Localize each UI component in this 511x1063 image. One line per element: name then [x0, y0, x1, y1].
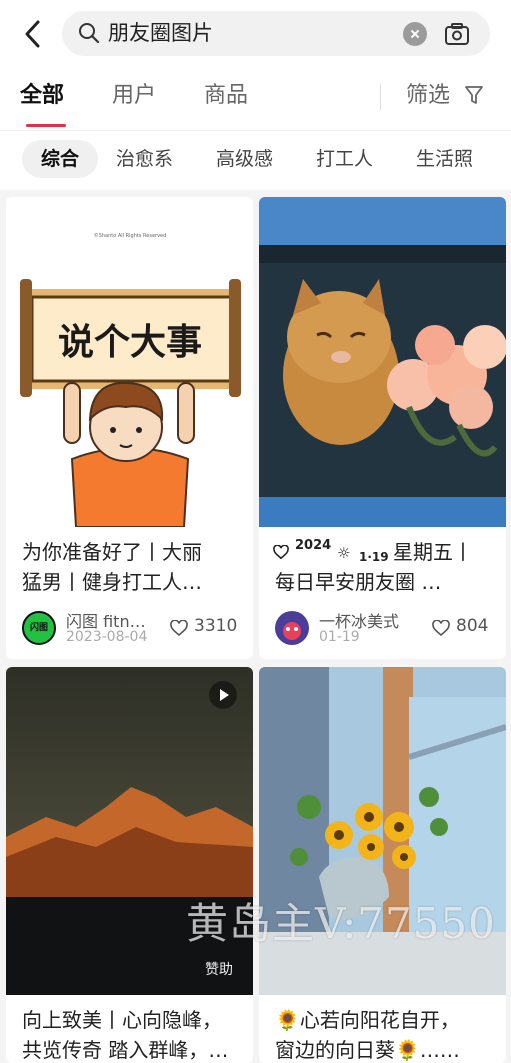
- clear-search-icon[interactable]: [403, 22, 427, 46]
- header-divider: [0, 130, 511, 131]
- author-avatar: 闪图: [22, 611, 56, 645]
- active-tab-indicator: [26, 124, 66, 127]
- note-card[interactable]: 🌻心若向阳花自开， 窗边的向日葵🌻……: [259, 667, 506, 1063]
- like-heart-icon[interactable]: [432, 620, 450, 637]
- tab-users[interactable]: 用户: [112, 80, 156, 112]
- svg-text:©Shanto All Rights Reserved: ©Shanto All Rights Reserved: [94, 232, 167, 239]
- back-arrow-icon[interactable]: [18, 18, 48, 50]
- chip-lifestyle[interactable]: 生活照: [416, 140, 473, 178]
- camera-search-icon[interactable]: [444, 21, 470, 47]
- like-heart-icon[interactable]: [170, 620, 188, 637]
- note-cover-image: ©Shanto All Rights Reserved 说个大事: [6, 197, 253, 527]
- note-title: 向上致美丨心向隐峰， 共览传奇 踏入群峰，…: [22, 1008, 229, 1062]
- note-card[interactable]: 2024 ☼ 1·19 星期五丨 每日早安朋友圈 … 一杯冰美式 01-19 8…: [259, 197, 506, 659]
- tab-all[interactable]: 全部: [20, 80, 64, 112]
- post-date: 01-19: [319, 629, 360, 645]
- post-date: 2023-08-04: [66, 629, 148, 645]
- tab-divider: [380, 84, 381, 110]
- like-count: 3310: [194, 616, 238, 636]
- note-title: 星期五丨 每日早安朋友圈 …: [275, 540, 473, 594]
- author-avatar: [275, 611, 309, 645]
- search-icon: [79, 23, 100, 44]
- filter-funnel-icon[interactable]: [464, 84, 484, 106]
- chip-premium[interactable]: 高级感: [216, 140, 273, 178]
- sponsored-badge: 赞助: [205, 962, 233, 978]
- chip-worker[interactable]: 打工人: [316, 140, 373, 178]
- search-bar[interactable]: 朋友圈图片: [62, 11, 490, 56]
- like-count: 804: [456, 616, 489, 636]
- note-card[interactable]: ©Shanto All Rights Reserved 说个大事 为你准备好了丨…: [6, 197, 253, 659]
- video-play-icon[interactable]: [209, 681, 237, 709]
- tab-products[interactable]: 商品: [204, 80, 248, 112]
- top-bar: 朋友圈图片 全部 用户 商品 筛选 综合 治愈系 高级感 打工人 生活照: [0, 0, 511, 190]
- search-input[interactable]: 朋友圈图片: [108, 20, 213, 47]
- filter-button[interactable]: 筛选: [406, 80, 450, 112]
- note-cover-image: [259, 197, 506, 527]
- note-title: 为你准备好了丨大丽 猛男丨健身打工人…: [22, 540, 202, 594]
- note-title: 🌻心若向阳花自开， 窗边的向日葵🌻……: [275, 1008, 460, 1062]
- chip-comprehensive[interactable]: 综合: [22, 140, 98, 178]
- chip-healing[interactable]: 治愈系: [116, 140, 173, 178]
- watermark-text: 黄岛主V:77550: [186, 899, 496, 948]
- svg-text:说个大事: 说个大事: [58, 322, 202, 363]
- note-card[interactable]: 赞助 向上致美丨心向隐峰， 共览传奇 踏入群峰，…: [6, 667, 253, 1063]
